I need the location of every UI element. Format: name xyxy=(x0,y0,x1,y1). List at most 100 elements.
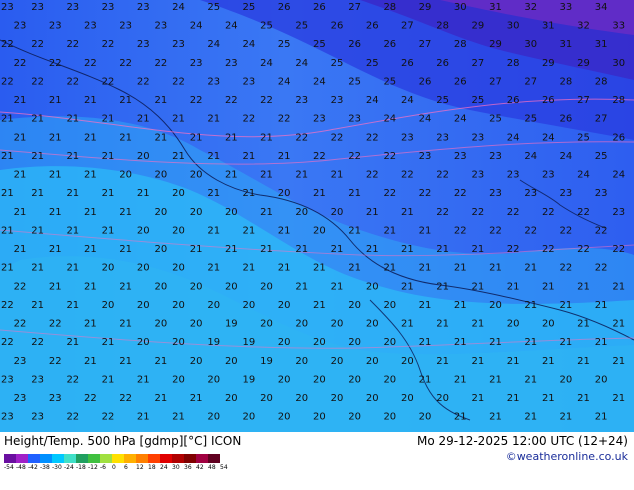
temperature-label: 20 xyxy=(278,188,291,199)
temperature-label: 24 xyxy=(542,132,555,143)
temperature-label: 21 xyxy=(489,412,502,423)
temperature-label: 23 xyxy=(49,393,62,404)
temperature-label: 23 xyxy=(472,170,485,181)
temperature-label: 21 xyxy=(243,188,256,199)
temperature-label: 29 xyxy=(419,2,432,13)
temperature-label: 32 xyxy=(524,2,537,13)
scale-swatch xyxy=(148,454,160,463)
temperature-label: 20 xyxy=(366,281,379,292)
map-title: Height/Temp. 500 hPa [gdmp][°C] ICON xyxy=(4,434,242,448)
temperature-label: 21 xyxy=(472,393,485,404)
temperature-label: 21 xyxy=(560,300,573,311)
temperature-label: 24 xyxy=(243,39,256,50)
color-scale-ticks: -54 -48 -42 -38 -30 -24 -18 -12 -6 0 6 12 18 24 30 36 42… xyxy=(4,464,232,471)
temperature-label: 22 xyxy=(225,95,238,106)
temperature-label: 21 xyxy=(489,374,502,385)
temperature-label: 22 xyxy=(595,263,608,274)
temperature-label: 27 xyxy=(472,58,485,69)
temperature-label: 21 xyxy=(84,132,97,143)
scale-swatch xyxy=(124,454,136,463)
temperature-label: 20 xyxy=(137,151,150,162)
temperature-label: 22 xyxy=(542,244,555,255)
temperature-label: 21 xyxy=(155,356,168,367)
temperature-label: 21 xyxy=(401,207,414,218)
temperature-label: 20 xyxy=(383,412,396,423)
footer-bar: Height/Temp. 500 hPa [gdmp][°C] ICON Mo … xyxy=(0,432,634,490)
temperature-label: 25 xyxy=(366,58,379,69)
temperature-label: 24 xyxy=(207,39,220,50)
scale-swatch xyxy=(4,454,16,463)
temperature-label: 24 xyxy=(401,95,414,106)
temperature-label: 27 xyxy=(524,76,537,87)
temperature-label: 21 xyxy=(84,356,97,367)
credit-link[interactable]: ©weatheronline.co.uk xyxy=(506,450,628,463)
temperature-label: 22 xyxy=(31,76,44,87)
scale-tick-label: -6 xyxy=(100,464,106,471)
temperature-label: 22 xyxy=(436,207,449,218)
temperature-label: 21 xyxy=(278,225,291,236)
temperature-label: 20 xyxy=(542,319,555,330)
temperature-label: 22 xyxy=(366,170,379,181)
temperature-label: 21 xyxy=(190,132,203,143)
temperature-label: 21 xyxy=(419,300,432,311)
temperature-label: 24 xyxy=(366,95,379,106)
temperature-label: 21 xyxy=(560,412,573,423)
temperature-label: 22 xyxy=(14,281,27,292)
temperature-label: 22 xyxy=(260,95,273,106)
temperature-label: 21 xyxy=(419,225,432,236)
temperature-label: 31 xyxy=(489,2,502,13)
temperature-label: 26 xyxy=(278,2,291,13)
temperature-label: 20 xyxy=(507,319,520,330)
temperature-label: 21 xyxy=(102,188,115,199)
temperature-label: 20 xyxy=(331,207,344,218)
forecast-datetime: Mo 29-12-2025 12:00 UTC (12+24) xyxy=(416,434,628,448)
temperature-label: 20 xyxy=(155,244,168,255)
temperature-label: 20 xyxy=(155,319,168,330)
scale-swatch xyxy=(76,454,88,463)
temperature-label: 23 xyxy=(401,132,414,143)
temperature-label: 20 xyxy=(243,412,256,423)
temperature-label: 21 xyxy=(348,263,361,274)
scale-swatch xyxy=(100,454,112,463)
scale-tick-label: 30 xyxy=(172,464,180,471)
temperature-label: 21 xyxy=(207,263,220,274)
temperature-label: 21 xyxy=(366,244,379,255)
temperature-label: 21 xyxy=(119,207,132,218)
temperature-label: 21 xyxy=(472,356,485,367)
temperature-label: 22 xyxy=(84,58,97,69)
temperature-label: 21 xyxy=(225,132,238,143)
temperature-label: 21 xyxy=(84,95,97,106)
temperature-label: 22 xyxy=(366,132,379,143)
scale-swatch xyxy=(16,454,28,463)
temperature-label: 21 xyxy=(207,188,220,199)
temperature-label: 23 xyxy=(560,188,573,199)
temperature-label: 20 xyxy=(190,281,203,292)
temperature-label: 25 xyxy=(577,132,590,143)
temperature-label: 21 xyxy=(331,170,344,181)
temperature-label: 21 xyxy=(31,263,44,274)
temperature-label: 22 xyxy=(401,170,414,181)
temperature-label: 21 xyxy=(66,337,79,348)
temperature-label: 21 xyxy=(14,132,27,143)
temperature-label: 21 xyxy=(14,244,27,255)
temperature-label: 21 xyxy=(155,132,168,143)
temperature-label: 22 xyxy=(383,188,396,199)
temperature-label: 21 xyxy=(524,412,537,423)
temperature-label: 21 xyxy=(1,151,14,162)
temperature-label: 21 xyxy=(524,374,537,385)
temperature-label: 20 xyxy=(348,374,361,385)
scale-tick-label: -30 xyxy=(52,464,62,471)
temperature-label: 21 xyxy=(313,300,326,311)
weather-map[interactable]: 23 23 23 23 23 24 25 25 26 26 27 28 29 30 31 32 33 34 23 23… xyxy=(0,0,634,432)
temperature-label: 23 xyxy=(49,21,62,32)
temperature-label: 23 xyxy=(137,39,150,50)
scale-tick-label: 18 xyxy=(148,464,156,471)
temperature-label: 25 xyxy=(243,2,256,13)
temperature-label: 29 xyxy=(489,39,502,50)
temperature-label: 26 xyxy=(383,39,396,50)
temperature-label: 29 xyxy=(472,21,485,32)
temperature-label: 28 xyxy=(383,2,396,13)
temperature-label: 20 xyxy=(155,170,168,181)
temperature-label: 21 xyxy=(31,300,44,311)
temperature-label: 21 xyxy=(119,356,132,367)
